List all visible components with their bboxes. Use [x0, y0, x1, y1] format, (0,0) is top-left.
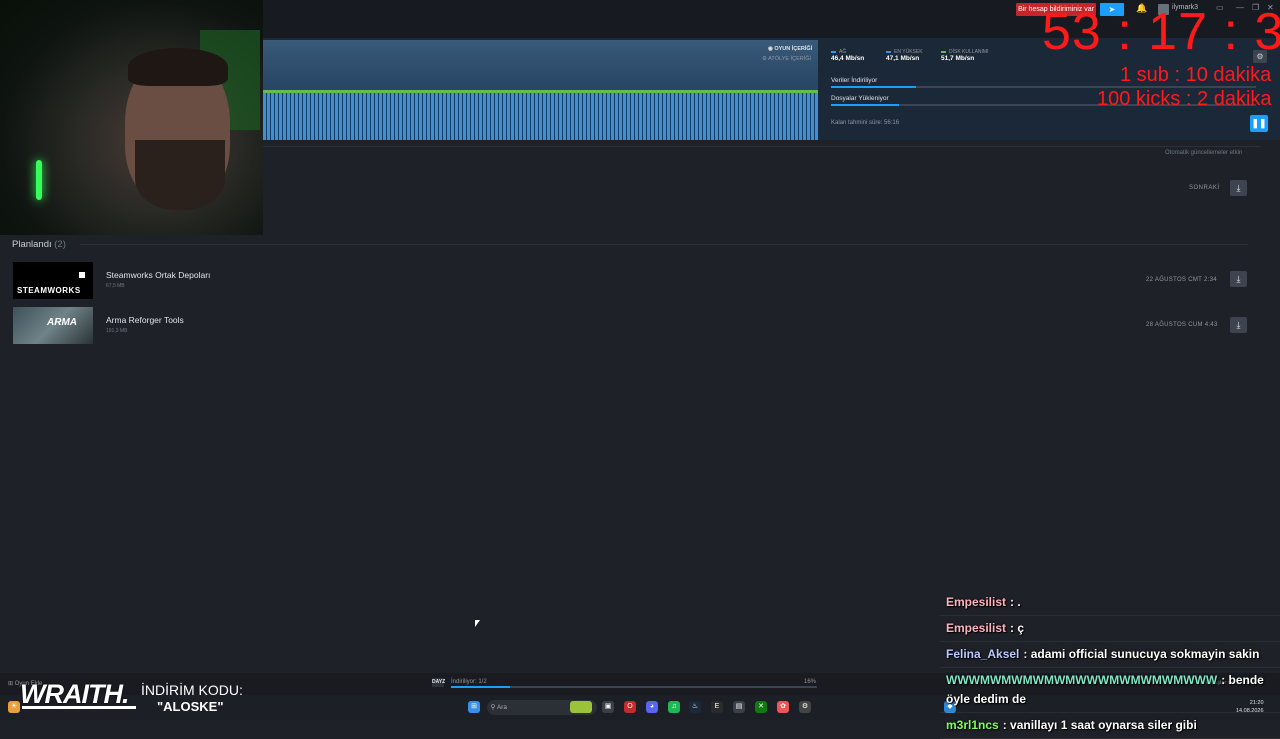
- chat-message: m3rl1ncs: vanillayı 1 saat oynarsa siler…: [940, 713, 1280, 739]
- game-content-toggle[interactable]: ◉ OYUN İÇERİĞİ: [768, 46, 812, 52]
- app-icon[interactable]: ▤: [733, 701, 745, 713]
- disk-usage-line: [263, 90, 818, 93]
- stat-network: AĞ 46,4 Mb/sn: [831, 49, 865, 62]
- mouse-cursor-icon: [475, 620, 480, 627]
- graph-bars: [263, 92, 818, 140]
- footer-progress-fill: [451, 686, 510, 688]
- steam-icon[interactable]: ♨: [689, 701, 701, 713]
- item-size: 67,5 MB: [106, 283, 125, 289]
- task-view-icon[interactable]: ▣: [602, 701, 614, 713]
- wraith-underline: [22, 706, 136, 709]
- phase-downloading-label: Veriler İndiriliyor: [831, 77, 878, 84]
- stat-peak: EN YÜKSEK 47,1 Mb/sn: [886, 49, 923, 62]
- current-game-icon[interactable]: DAYZ: [432, 678, 445, 687]
- kicks-promo-text: 100 kicks : 2 dakika: [1097, 88, 1272, 110]
- downloading-status[interactable]: İndiriliyor: 1/2: [451, 679, 487, 685]
- download-icon[interactable]: ⤓: [1230, 271, 1247, 287]
- steamworks-thumbnail[interactable]: STEAMWORKS: [13, 262, 93, 299]
- peak-legend-icon: [886, 50, 891, 53]
- auto-updates-link[interactable]: Otomatik güncellemeler etkin: [1165, 150, 1242, 156]
- chat-username: m3rl1ncs: [946, 718, 999, 732]
- sub-promo-text: 1 sub : 10 dakika: [1120, 64, 1272, 86]
- workshop-content-toggle[interactable]: ⚙ ATÖLYE İÇERİĞİ: [762, 56, 811, 62]
- remaining-time: Kalan tahmini süre: 56:16: [831, 120, 900, 126]
- section-divider: [80, 244, 1248, 245]
- download-all-icon[interactable]: ⤓: [1230, 180, 1247, 196]
- opera-icon[interactable]: O: [624, 701, 636, 713]
- spotify-icon[interactable]: ♫: [668, 701, 680, 713]
- chat-username: Empesilist: [946, 595, 1007, 609]
- scheduled-section-title: Planlandı (2): [12, 239, 66, 250]
- weather-icon[interactable]: ☀: [8, 701, 20, 713]
- arma-reforger-thumbnail[interactable]: ARMA: [13, 307, 93, 344]
- item-scheduled-date: 22 AĞUSTOS CMT 2:34: [1146, 277, 1217, 283]
- chat-message: Empesilist: ç: [940, 616, 1280, 642]
- discord-icon[interactable]: ◕: [646, 701, 658, 713]
- chat-message: WWWMWMWMWMWMWWWMWMWMWMWWW: bende öyle de…: [940, 668, 1280, 713]
- chat-message: Empesilist: .: [940, 590, 1280, 616]
- webcam-overlay: [0, 0, 263, 235]
- phase-installing-fill: [831, 104, 899, 106]
- item-name[interactable]: Arma Reforger Tools: [106, 315, 184, 325]
- epic-games-icon[interactable]: E: [711, 701, 723, 713]
- phase-installing-label: Dosyalar Yükleniyor: [831, 95, 889, 102]
- pause-icon[interactable]: ❚❚: [1250, 115, 1268, 132]
- bandwidth-graph: [263, 40, 818, 140]
- windows-start-icon[interactable]: ⊞: [468, 701, 480, 713]
- item-size: 191,3 MB: [106, 328, 128, 334]
- stream-chat: Empesilist: . Empesilist: ç Felina_Aksel…: [940, 590, 1280, 739]
- steamworks-logo-mark: [79, 272, 85, 278]
- next-section-title: SONRAKİ: [1189, 185, 1220, 191]
- chat-username: Empesilist: [946, 621, 1007, 635]
- network-legend-icon: [831, 50, 836, 53]
- photos-icon[interactable]: ✿: [777, 701, 789, 713]
- settings-icon[interactable]: ⚙: [799, 701, 811, 713]
- item-scheduled-date: 28 AĞUSTOS CUM 4:43: [1146, 322, 1218, 328]
- chat-message: Felina_Aksel: adami official sunucuya so…: [940, 642, 1280, 668]
- disk-legend-icon: [941, 50, 946, 53]
- xbox-icon[interactable]: ✕: [755, 701, 767, 713]
- discount-code: "ALOSKE": [157, 699, 224, 714]
- discount-code-label: İNDİRİM KODU:: [141, 682, 243, 698]
- stream-timer: 53 : 17 : 31: [1042, 3, 1280, 61]
- download-icon[interactable]: ⤓: [1230, 317, 1247, 333]
- phase-downloading-fill: [831, 86, 916, 88]
- footer-progress-percent: 16%: [804, 679, 817, 685]
- chat-username: WWWMWMWMWMWMWWWMWMWMWMWWW: [946, 673, 1218, 687]
- stat-disk: DİSK KULLANIMI 51,7 Mb/sn: [941, 49, 989, 62]
- footer-progress-bar: [451, 686, 817, 688]
- item-name[interactable]: Steamworks Ortak Depoları: [106, 270, 210, 280]
- chat-username: Felina_Aksel: [946, 647, 1020, 661]
- search-highlight-icon[interactable]: [570, 701, 592, 713]
